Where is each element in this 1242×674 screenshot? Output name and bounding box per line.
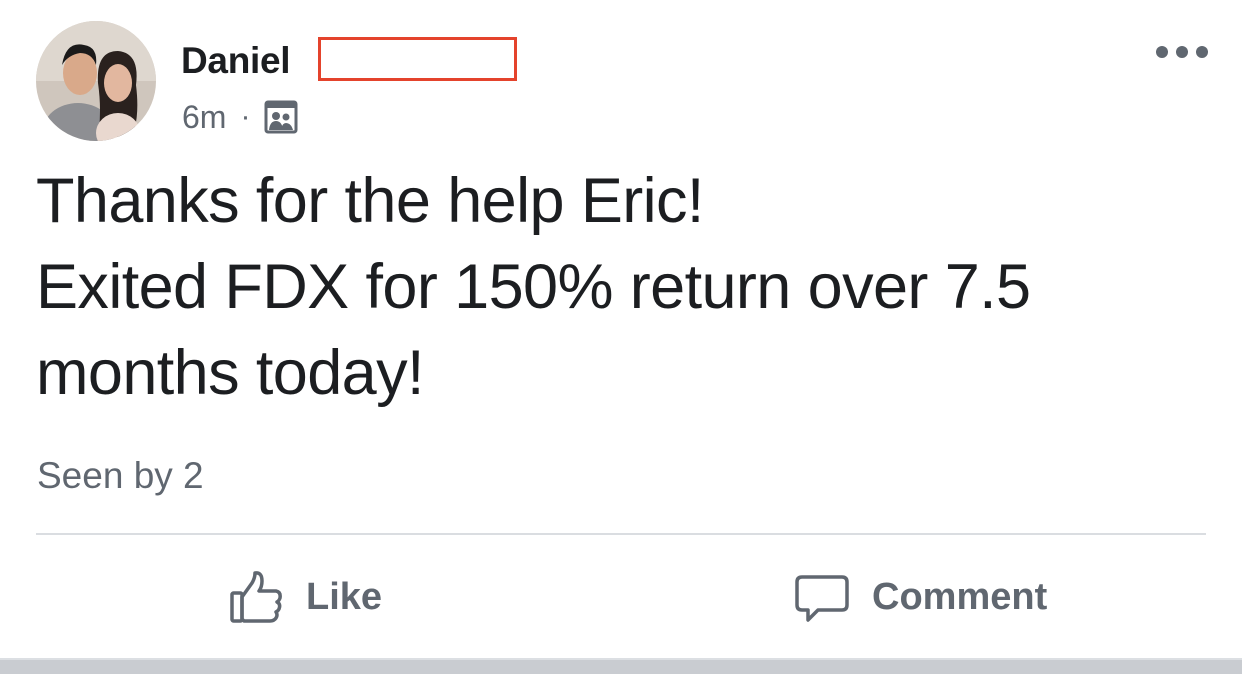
- post-body-line: Exited FDX for 150% return over 7.5: [36, 252, 1031, 322]
- meta-separator: ·: [240, 100, 251, 133]
- avatar-photo-icon: [36, 21, 156, 141]
- divider: [36, 533, 1206, 535]
- seen-by-count[interactable]: Seen by 2: [37, 453, 204, 499]
- post-card: Daniel 6m · Thanks for the help Eric! Ex…: [0, 0, 1242, 674]
- post-body: Thanks for the help Eric! Exited FDX for…: [36, 158, 1206, 416]
- friends-privacy-icon[interactable]: [264, 100, 298, 134]
- comment-label: Comment: [872, 575, 1048, 618]
- post-meta: 6m ·: [182, 96, 298, 138]
- post-time[interactable]: 6m: [182, 99, 226, 136]
- redaction-box: [318, 37, 517, 81]
- thumbs-up-icon: [230, 571, 282, 623]
- like-button[interactable]: Like: [228, 562, 382, 632]
- feed-separator-bar: [0, 658, 1242, 674]
- like-label: Like: [306, 575, 383, 618]
- author-name[interactable]: Daniel: [181, 38, 291, 84]
- more-options-icon[interactable]: [1156, 40, 1208, 64]
- post-body-line: months today!: [36, 338, 425, 408]
- post-body-line: Thanks for the help Eric!: [36, 166, 704, 236]
- more-dot: [1196, 46, 1208, 58]
- more-dot: [1176, 46, 1188, 58]
- speech-bubble-icon: [795, 575, 849, 622]
- comment-button[interactable]: Comment: [794, 562, 1047, 632]
- author-avatar[interactable]: [36, 21, 156, 141]
- more-dot: [1156, 46, 1168, 58]
